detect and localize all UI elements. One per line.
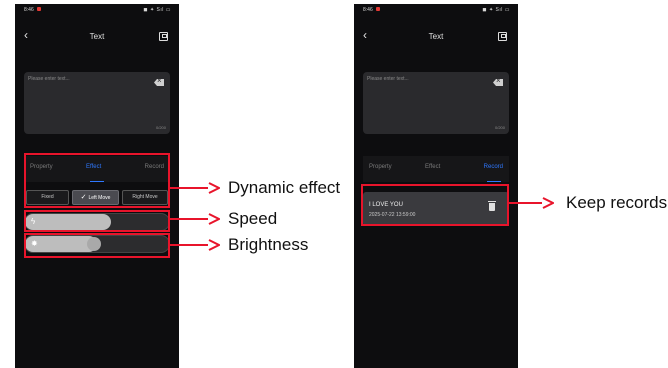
highlight-dynamic-effect — [24, 153, 170, 208]
page-title: Text — [428, 32, 444, 41]
status-time: 8:46 — [24, 7, 34, 13]
text-input-placeholder: Please enter text... — [28, 76, 70, 82]
char-counter: 0/200 — [494, 125, 505, 130]
arrow-speed — [170, 213, 220, 225]
text-input-placeholder: Please enter text... — [367, 76, 409, 82]
callout-keep-records: Keep records — [566, 193, 668, 212]
page-title: Text — [89, 32, 105, 41]
tab-property[interactable]: Property — [369, 164, 392, 170]
highlight-speed — [24, 210, 170, 232]
nav-bar: ‹ Text — [354, 26, 518, 44]
callout-brightness: Brightness — [228, 235, 309, 254]
arrow-dynamic-effect — [170, 182, 220, 194]
clear-text-icon[interactable] — [154, 79, 164, 86]
char-counter: 0/200 — [155, 125, 166, 130]
status-bar: 8:46 ◼ ✦ Sıl ▭ — [15, 4, 179, 16]
status-icons: ◼ ✦ Sıl ▭ — [143, 7, 171, 13]
status-icons: ◼ ✦ Sıl ▭ — [482, 7, 510, 13]
status-bar: 8:46 ◼ ✦ Sıl ▭ — [354, 4, 518, 16]
arrow-keep-records — [509, 197, 554, 209]
highlight-brightness — [24, 233, 170, 258]
text-input[interactable]: Please enter text... 0/200 — [24, 72, 170, 134]
text-input[interactable]: Please enter text... 0/200 — [363, 72, 509, 134]
callout-speed: Speed — [228, 209, 278, 228]
recording-indicator — [37, 7, 41, 11]
recording-indicator — [376, 7, 380, 11]
tab-bar: Property Effect Record — [363, 156, 509, 182]
nav-bar: ‹ Text — [15, 26, 179, 44]
save-icon[interactable] — [498, 32, 507, 41]
save-icon[interactable] — [159, 32, 168, 41]
callout-dynamic-effect: Dynamic effect — [228, 178, 341, 197]
clear-text-icon[interactable] — [493, 79, 503, 86]
highlight-records — [361, 184, 509, 226]
active-tab-indicator — [487, 181, 501, 182]
arrow-brightness — [170, 239, 220, 251]
tab-record[interactable]: Record — [484, 164, 503, 170]
status-time: 8:46 — [363, 7, 373, 13]
tab-effect[interactable]: Effect — [425, 164, 440, 170]
